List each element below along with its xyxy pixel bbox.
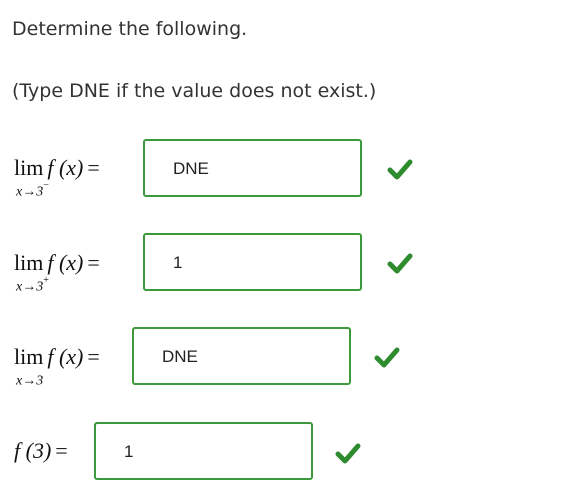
- limit-subscript-two-sided: x→3: [16, 373, 44, 389]
- answer-field-left-limit[interactable]: DNE: [143, 139, 362, 197]
- checkmark-icon: [387, 159, 413, 180]
- answer-value: DNE: [162, 347, 198, 366]
- answer-value: DNE: [173, 159, 209, 178]
- checkmark-icon: [387, 253, 413, 274]
- limit-expression-left: lim f (x) =: [14, 155, 100, 180]
- answer-field-right-limit[interactable]: 1: [143, 233, 362, 291]
- answer-value: 1: [173, 253, 183, 272]
- limit-expression-two-sided: lim f (x) =: [14, 344, 100, 369]
- answer-value: 1: [124, 442, 134, 461]
- checkmark-icon: [335, 443, 361, 464]
- limit-subscript-right: x→3+: [16, 275, 49, 295]
- answer-field-function-value[interactable]: 1: [94, 422, 313, 480]
- instruction-hint: (Type DNE if the value does not exist.): [12, 80, 377, 102]
- checkmark-icon: [374, 347, 400, 368]
- instruction-text: Determine the following.: [12, 18, 248, 40]
- limit-expression-right: lim f (x) =: [14, 250, 100, 275]
- limit-subscript-left: x→3−: [16, 180, 49, 200]
- answer-field-two-sided-limit[interactable]: DNE: [132, 327, 351, 385]
- function-value-expression: f (3) =: [14, 438, 68, 463]
